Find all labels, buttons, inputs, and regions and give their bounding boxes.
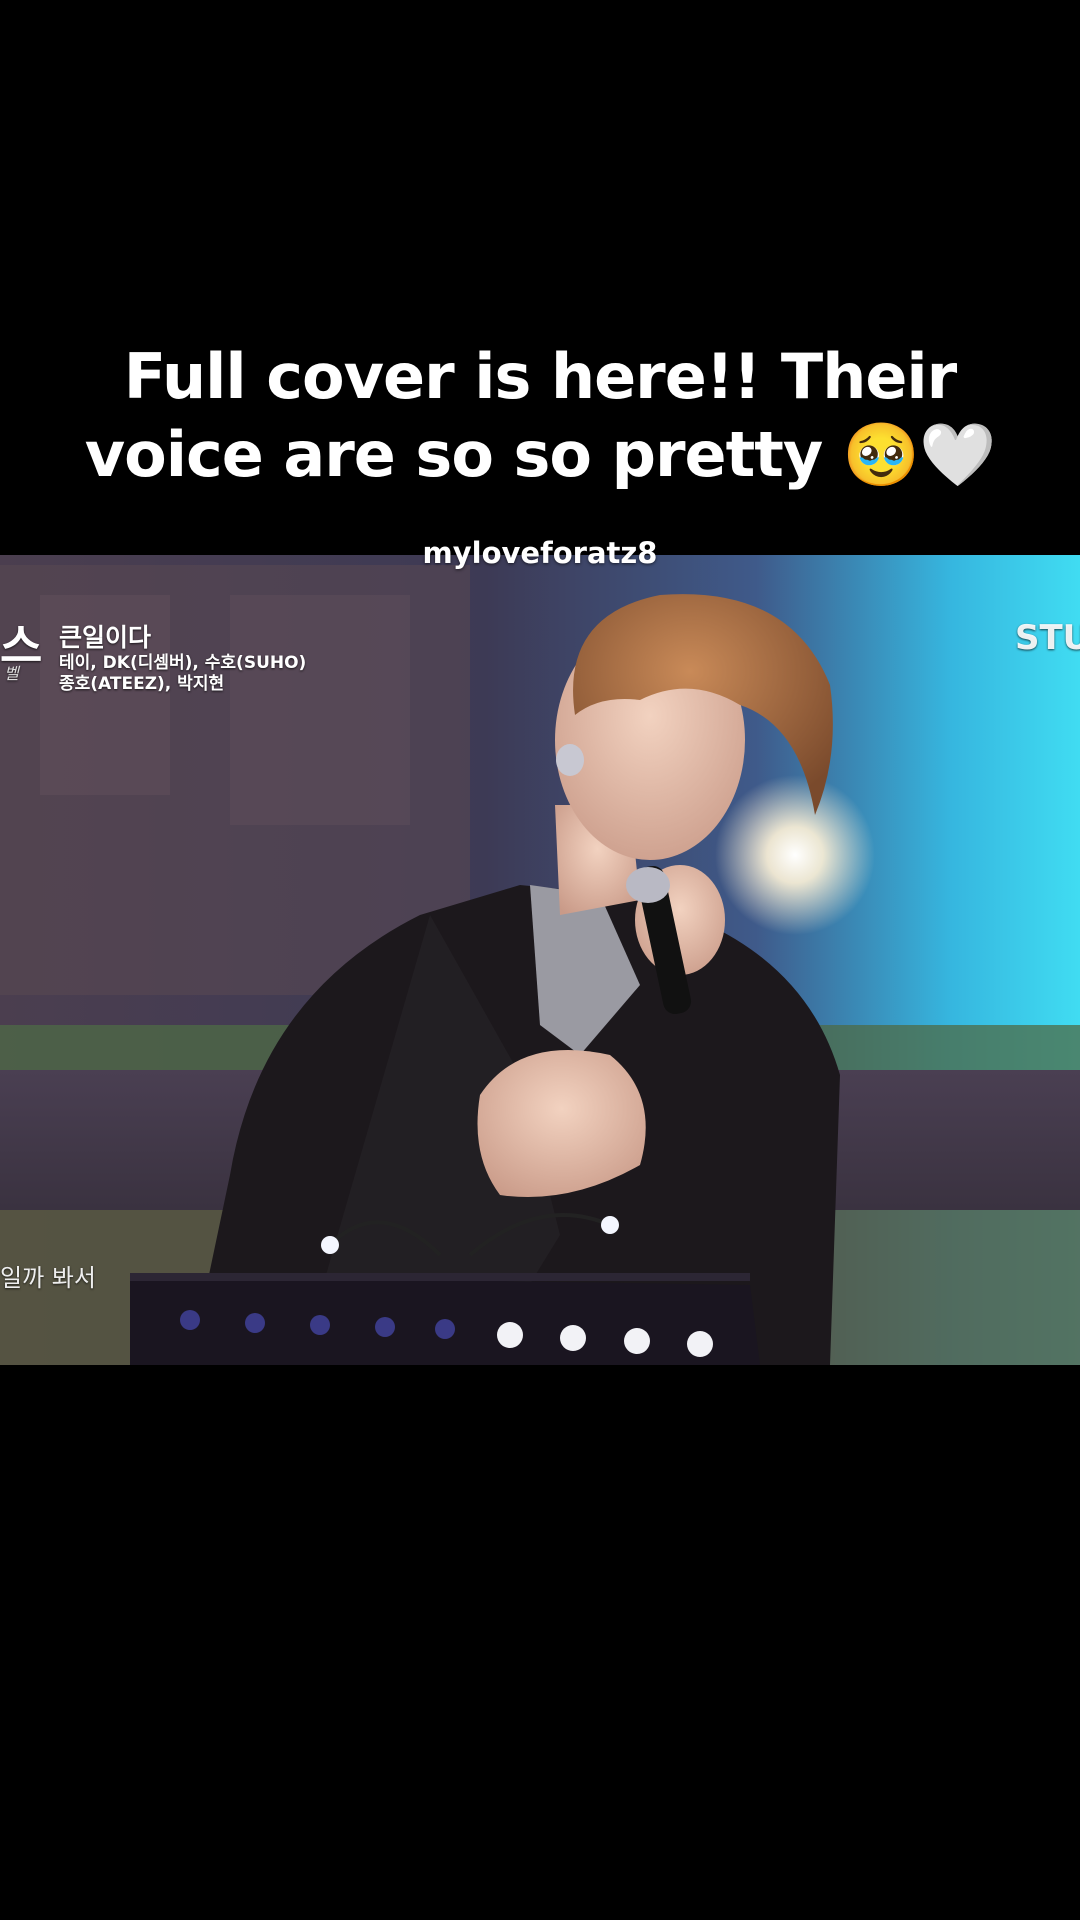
creator-username[interactable]: myloveforatz8 — [0, 536, 1080, 570]
caption-emojis: 🥹🤍 — [842, 418, 996, 491]
caption-line-2-text: voice are so so pretty — [84, 418, 843, 491]
studio-watermark: STU — [1015, 618, 1080, 658]
show-logo-subtitle: 벨 — [4, 664, 19, 683]
caption-line-2: voice are so so pretty 🥹🤍 — [60, 416, 1020, 494]
post-caption: Full cover is here!! Their voice are so … — [60, 338, 1020, 494]
artists-line-2: 종호(ATEEZ), 박지현 — [59, 674, 225, 694]
lyric-subtitle: 일까 봐서 — [0, 1264, 96, 1292]
caption-line-1: Full cover is here!! Their — [123, 340, 957, 413]
